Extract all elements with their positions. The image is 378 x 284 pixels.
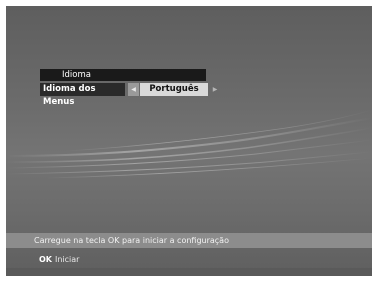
screen-bottom-strip (6, 268, 372, 276)
setting-label: Idioma dos Menus (40, 83, 125, 107)
tv-screen: Idioma Idioma dos Menus ◀ Português ▶ Ca… (6, 6, 372, 276)
language-selector[interactable]: Português (140, 83, 208, 96)
help-text: Carregue na tecla OK para iniciar a conf… (6, 233, 372, 248)
triangle-right-icon[interactable]: ▶ (210, 83, 220, 96)
ok-action-label: Iniciar (55, 255, 80, 264)
ok-start-hint[interactable]: OK Iniciar (39, 254, 79, 266)
triangle-left-icon[interactable]: ◀ (128, 83, 139, 96)
ok-key-label: OK (39, 255, 52, 264)
menu-title: Idioma (40, 69, 206, 81)
